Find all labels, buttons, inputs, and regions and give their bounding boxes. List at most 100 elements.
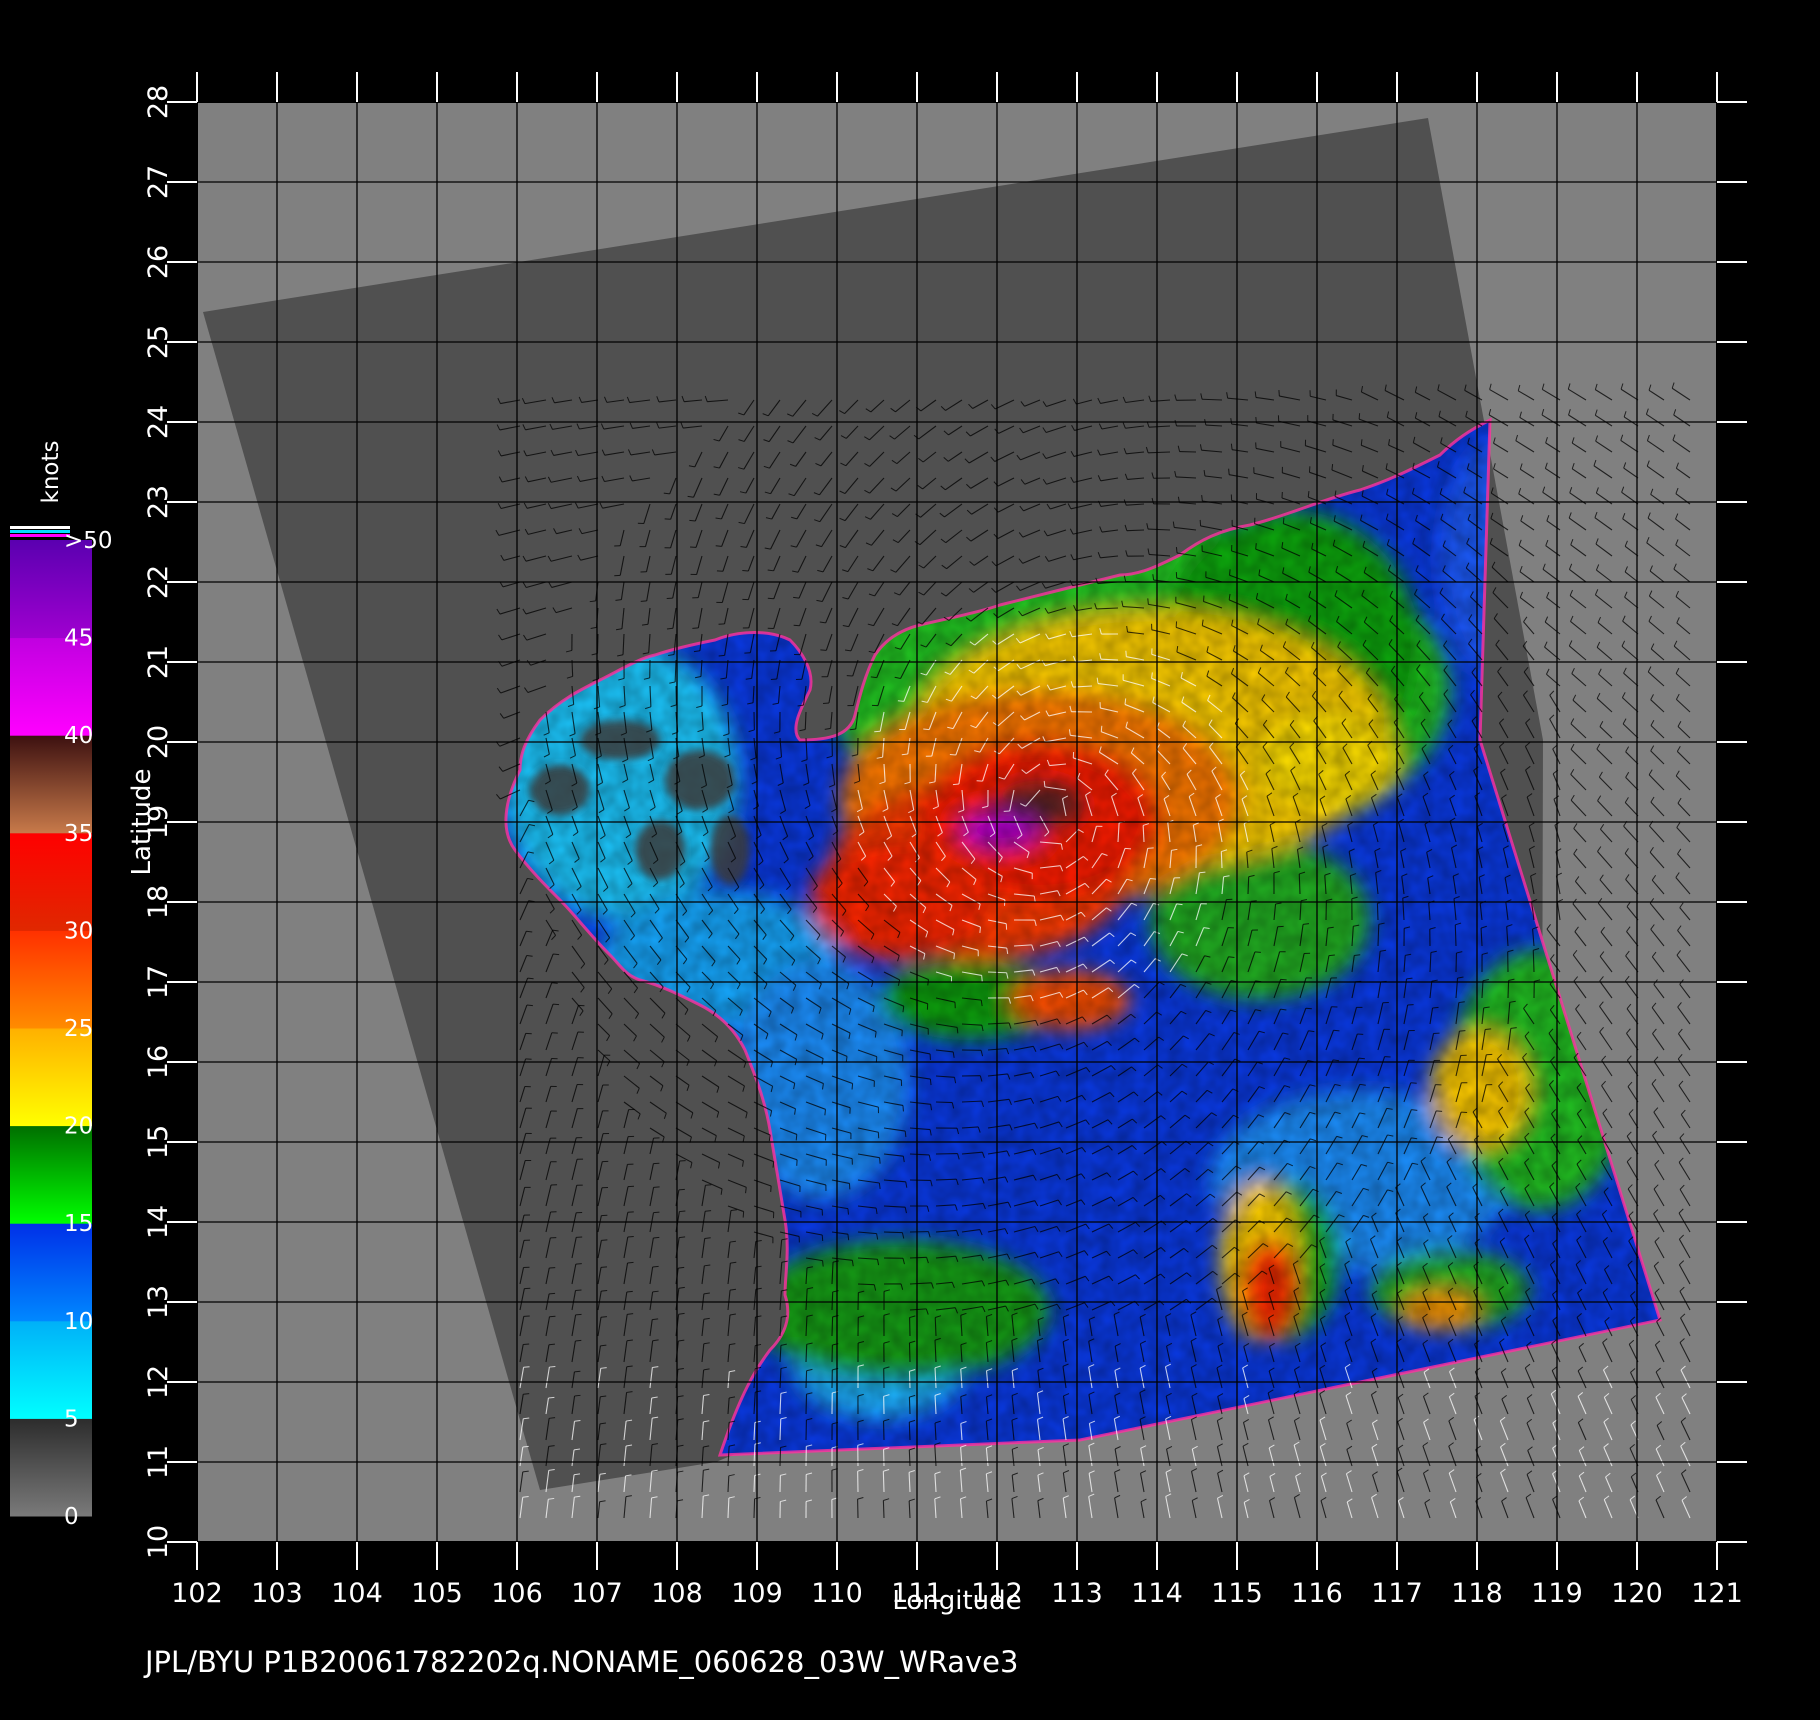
x-tick-label: 107	[571, 1578, 623, 1609]
wind-barb	[883, 1231, 903, 1234]
wind-barb	[908, 1422, 911, 1441]
wind-barb	[909, 1256, 927, 1259]
wind-barb-feather	[523, 1393, 530, 1395]
wind-barb-feather	[553, 953, 560, 956]
wind-barb-feather	[627, 1313, 634, 1315]
wind-barb-feather	[1199, 871, 1206, 874]
wind-barb	[831, 1291, 834, 1311]
wind-barb-feather	[627, 1236, 634, 1238]
wind-barb-feather	[822, 702, 830, 704]
colorbar: 0 5 10 15 20 25 30 35 40 45 >50 knots	[10, 441, 113, 1530]
wind-barb-feather	[1358, 1057, 1365, 1060]
wind-barb	[805, 1394, 808, 1415]
wind-barb-feather	[822, 1260, 824, 1267]
x-tick-label: 121	[1691, 1578, 1743, 1609]
x-tick-label: 113	[1051, 1578, 1103, 1609]
wind-barb	[908, 1371, 911, 1389]
wind-barb	[1247, 876, 1250, 895]
x-tick-label: 115	[1211, 1578, 1263, 1609]
wind-barb-feather	[551, 982, 558, 984]
colorbar-band	[10, 735, 92, 834]
x-tick-label: 103	[251, 1578, 303, 1609]
wind-barb	[1298, 873, 1301, 895]
wind-barb	[1220, 851, 1223, 869]
wind-barb-feather	[653, 1236, 660, 1239]
wind-barb-feather	[600, 1344, 607, 1347]
y-tick-label: 27	[143, 165, 174, 199]
x-tick-label: 102	[171, 1578, 223, 1609]
x-tick-label: 110	[811, 1578, 863, 1609]
wind-barb-feather	[626, 1290, 633, 1293]
wind-barb-feather	[824, 1109, 826, 1116]
wind-barb	[779, 1447, 782, 1467]
colorbar-label: 15	[64, 1211, 93, 1237]
colorbar-label: >50	[64, 528, 113, 554]
wind-barb	[935, 1101, 953, 1104]
wind-barb-feather	[526, 1004, 533, 1007]
wind-barb-feather	[627, 1261, 634, 1264]
x-tick-label: 109	[731, 1578, 783, 1609]
wind-barb	[805, 1344, 808, 1363]
colorbar-band	[10, 637, 92, 736]
wind-barb-feather	[772, 1161, 775, 1168]
wind-barb-feather	[1229, 569, 1231, 576]
wind-barb	[908, 1397, 911, 1415]
x-tick-label: 104	[331, 1578, 383, 1609]
wind-barb	[804, 711, 807, 730]
wind-barb-feather	[705, 1210, 712, 1212]
wind-barb-feather	[600, 1316, 608, 1318]
wind-barb	[779, 1418, 782, 1441]
y-tick-label: 21	[143, 645, 174, 679]
wind-barb-feather	[1411, 1109, 1418, 1111]
y-tick-label: 12	[143, 1365, 174, 1399]
wind-barb	[753, 1475, 756, 1493]
wind-barb-feather	[795, 1134, 798, 1141]
wind-barb-feather	[1305, 1007, 1312, 1010]
wind-barb-feather	[1485, 1028, 1492, 1031]
y-tick-label: 26	[143, 245, 174, 279]
wind-barb	[1202, 398, 1223, 401]
wind-barb-feather	[663, 492, 670, 495]
x-tick-label: 106	[491, 1578, 543, 1609]
wind-barb-feather	[653, 1211, 660, 1214]
wind-barb	[1376, 903, 1379, 921]
x-tick-label: 119	[1531, 1578, 1583, 1609]
colorbar-label: 30	[64, 918, 93, 944]
wind-map: 102 103 104 105 106 107 108 109 110 111 112 113 114 1…	[10, 72, 1747, 1679]
wind-barb-feather	[523, 1366, 530, 1368]
wind-barb	[831, 1316, 834, 1337]
colorbar-label: 10	[64, 1309, 93, 1335]
wind-barb-feather	[847, 1208, 849, 1215]
wind-barb-feather	[767, 597, 774, 600]
wind-barb-feather	[1333, 1029, 1340, 1032]
colorbar-label: 25	[64, 1016, 93, 1042]
wind-barb-feather	[523, 1417, 530, 1420]
x-tick-label: 114	[1131, 1578, 1183, 1609]
colorbar-band	[10, 930, 92, 1029]
x-tick-label: 108	[651, 1578, 703, 1609]
wind-barb	[1532, 950, 1535, 973]
wind-barb-feather	[1250, 900, 1257, 902]
wind-barb	[882, 1471, 885, 1493]
wind-barb-feather	[1124, 698, 1127, 705]
wind-barb-feather	[1328, 954, 1335, 957]
wind-barb-feather	[981, 975, 983, 982]
wind-barb-feather	[953, 953, 956, 960]
wind-barb-feather	[1432, 1006, 1439, 1009]
wind-barb-feather	[929, 1079, 932, 1086]
wind-barb-feather	[1331, 464, 1334, 471]
y-tick-label: 11	[143, 1445, 174, 1479]
wind-barb-feather	[601, 1290, 608, 1292]
wind-barb-feather	[715, 545, 722, 547]
wind-barb-feather	[689, 519, 696, 522]
wind-barb-feather	[770, 678, 777, 681]
y-tick-label: 28	[143, 85, 174, 119]
colorbar-band	[10, 1028, 92, 1127]
colorbar-band	[10, 540, 92, 639]
y-tick-label: 13	[143, 1285, 174, 1319]
wind-barb	[1377, 924, 1380, 947]
colorbar-label: 35	[64, 821, 93, 847]
colorbar-label: 45	[64, 626, 93, 652]
colorbar-overflow-stripe	[10, 534, 70, 537]
y-tick-label: 23	[143, 485, 174, 519]
